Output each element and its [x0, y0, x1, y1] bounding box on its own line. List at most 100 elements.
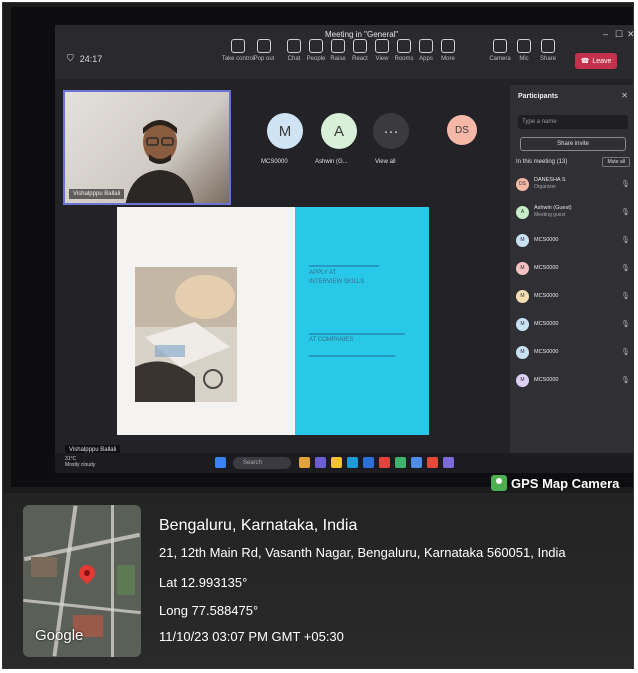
chat-icon	[287, 39, 301, 53]
slide-text: AT COMPANIES	[309, 337, 354, 343]
mic-icon: 🎙	[621, 293, 630, 300]
share-invite-button[interactable]: Share invite	[520, 137, 626, 151]
mic-label: Mic	[519, 56, 529, 62]
popout-icon	[257, 39, 271, 53]
view-icon	[375, 39, 389, 53]
mic-icon: 🎙	[621, 349, 630, 356]
participant-row[interactable]: M MCS0000 🎙	[516, 229, 630, 251]
popout-label: Pop out	[253, 56, 275, 62]
rooms-label: Rooms	[394, 56, 414, 62]
take-control-button[interactable]: Take control	[222, 39, 254, 75]
view-all-avatar[interactable]: ···	[373, 113, 409, 149]
participant-row[interactable]: M MCS0000 🎙	[516, 257, 630, 279]
meeting-clock: 24:17	[79, 53, 103, 64]
participant-row[interactable]: M MCS0000 🎙	[516, 341, 630, 363]
participant-avatar[interactable]: A	[321, 113, 357, 149]
slide-text: INTERVIEW SKILLS	[309, 279, 365, 285]
close-icon[interactable]: ✕	[621, 91, 628, 100]
avatar-label: Ashwin (G...	[315, 159, 348, 165]
in-meeting-header[interactable]: In this meeting (13)	[516, 159, 567, 165]
gps-camera-logo-icon	[491, 475, 507, 491]
avatar: A	[516, 205, 529, 219]
app-icon[interactable]	[395, 457, 406, 468]
camera-label: Camera	[489, 56, 511, 62]
location-latitude: Lat 12.993135°	[159, 575, 248, 590]
monitor-icon	[231, 39, 245, 53]
participant-row[interactable]: M MCS0000 🎙	[516, 313, 630, 335]
store-icon[interactable]	[363, 457, 374, 468]
chat-label: Chat	[287, 56, 301, 62]
avatar-label: MCS0000	[261, 159, 288, 165]
teams-icon[interactable]	[315, 457, 326, 468]
participant-name: DANESHA S	[534, 177, 566, 183]
slide-text: APPLY AT	[309, 270, 337, 276]
start-icon[interactable]	[215, 457, 226, 468]
app-icon[interactable]	[443, 457, 454, 468]
shared-slide: APPLY AT INTERVIEW SKILLS AT COMPANIES	[117, 207, 429, 435]
hand-icon	[331, 39, 345, 53]
popout-button[interactable]: Pop out	[251, 39, 277, 75]
avatar-initial: M	[278, 122, 292, 140]
participant-avatar[interactable]: M	[267, 113, 303, 149]
organizer-avatar[interactable]: DS	[447, 115, 477, 145]
avatar-initial: DS	[455, 124, 469, 136]
avatar-initial: A	[333, 122, 344, 140]
monitor: Meeting in "General" ⛉ 24:17 Take contro…	[11, 7, 633, 487]
folder-icon[interactable]	[331, 457, 342, 468]
participant-name: MCS0000	[534, 320, 559, 327]
participant-name: MCS0000	[534, 264, 559, 271]
people-label: People	[306, 56, 326, 62]
participant-row[interactable]: DS DANESHA S Organizer 🎙	[516, 173, 630, 195]
mute-all-button[interactable]: Mute all	[602, 157, 630, 167]
chrome-icon[interactable]	[427, 457, 438, 468]
people-icon	[309, 39, 323, 53]
close-icon[interactable]: ✕	[627, 29, 633, 40]
self-video-tile[interactable]: Vishalpppu Ballali	[63, 90, 231, 205]
panel-title: Participants	[518, 93, 559, 100]
taskbar-search[interactable]: Search	[233, 457, 291, 469]
mic-icon: 🎙	[621, 321, 630, 328]
participant-row[interactable]: M MCS0000 🎙	[516, 285, 630, 307]
participant-role: Meeting guest	[534, 212, 566, 218]
gps-badge-label: GPS Map Camera	[511, 475, 620, 491]
location-city: Bengaluru, Karnataka, India	[159, 517, 358, 534]
react-icon	[353, 39, 367, 53]
meeting-title: Meeting in "General"	[325, 30, 399, 39]
photo-frame: Meeting in "General" ⛉ 24:17 Take contro…	[2, 2, 634, 669]
avatar: M	[516, 373, 529, 387]
view-all-label: View all	[375, 159, 396, 165]
more-button[interactable]: More	[435, 39, 461, 75]
mic-icon	[517, 39, 531, 53]
self-name-tag: Vishalpppu Ballali	[69, 189, 125, 199]
avatar: M	[516, 317, 529, 331]
mic-button[interactable]: Mic	[511, 39, 537, 75]
windows-taskbar: 31°C Mostly cloudy Search	[55, 453, 633, 473]
location-pin-icon	[75, 561, 99, 585]
google-map-label: Google	[35, 627, 84, 644]
weather-widget[interactable]: 31°C Mostly cloudy	[65, 456, 95, 468]
person-image	[125, 120, 195, 203]
participant-row[interactable]: A Ashwin (Guest) Meeting guest 🎙	[516, 201, 630, 223]
view-label: View	[375, 56, 389, 62]
camera-icon	[493, 39, 507, 53]
app-icon[interactable]	[411, 457, 422, 468]
widgets-icon[interactable]	[299, 457, 310, 468]
avatar: M	[516, 345, 529, 359]
apps-icon	[419, 39, 433, 53]
participant-row[interactable]: M MCS0000 🎙	[516, 369, 630, 391]
mic-icon: 🎙	[621, 265, 630, 272]
leave-button[interactable]: ☎ Leave	[575, 53, 617, 69]
app-icon[interactable]	[379, 457, 390, 468]
maximize-icon[interactable]: ☐	[615, 29, 623, 40]
mic-icon: 🎙	[621, 377, 630, 384]
camera-button[interactable]: Camera	[487, 39, 513, 75]
react-label: React	[352, 56, 368, 62]
participant-search-input[interactable]: Type a name	[518, 115, 628, 129]
shield-icon: ⛉	[67, 53, 74, 63]
share-button[interactable]: Share	[535, 39, 561, 75]
share-label: Share	[539, 56, 556, 62]
edge-icon[interactable]	[347, 457, 358, 468]
minimize-icon[interactable]: –	[603, 29, 608, 39]
participant-name: MCS0000	[534, 348, 559, 355]
mic-icon: 🎙	[621, 181, 630, 188]
